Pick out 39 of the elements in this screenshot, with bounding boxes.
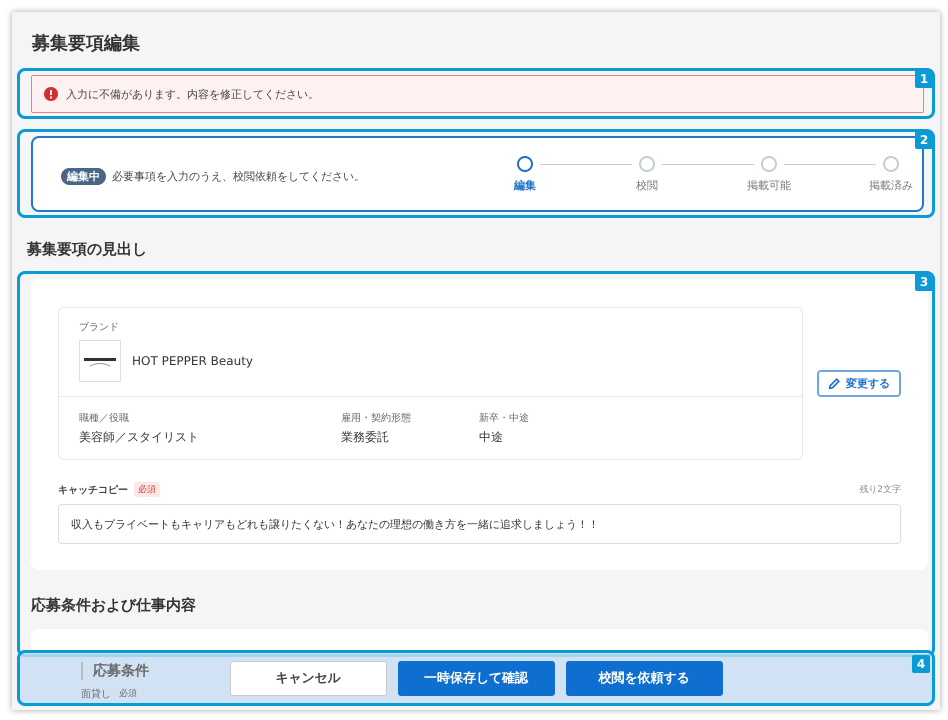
change-button[interactable]: 変更する	[817, 370, 901, 397]
status-badge: 編集中	[61, 168, 106, 184]
section-heading: 募集要項の見出し	[26, 239, 148, 260]
error-icon	[44, 87, 58, 101]
callout-number: 4	[912, 655, 930, 673]
section-heading: 応募条件および仕事内容	[31, 595, 197, 616]
progress-step: 編集	[497, 156, 553, 192]
pencil-icon	[828, 377, 841, 390]
step-circle-icon	[761, 156, 777, 172]
field-value: 業務委託	[341, 429, 390, 446]
error-message: 入力に不備があります。内容を修正してください。	[66, 86, 319, 102]
field-value: 中途	[479, 429, 504, 446]
field-label: 職種／役職	[79, 412, 130, 425]
step-circle-icon	[883, 156, 899, 172]
page-title: 募集要項編集	[31, 32, 141, 56]
progress-step: 掲載済み	[863, 156, 919, 192]
progress-step: 掲載可能	[741, 156, 797, 192]
primary-button[interactable]: 校閲を依頼する	[566, 660, 722, 696]
brand-name: HOT PEPPER Beauty	[132, 354, 254, 368]
callout-number: 3	[915, 274, 932, 291]
field-label: キャッチコピー	[58, 484, 128, 496]
required-tag: 必須	[134, 482, 160, 497]
progress-step: 校閲	[619, 156, 675, 192]
cancel-button[interactable]: キャンセル	[230, 660, 386, 696]
callout-number: 2	[915, 131, 933, 149]
step-circle-icon	[517, 156, 533, 172]
primary-button[interactable]: 一時保存して確認	[398, 660, 554, 696]
status-message: 必要事項を入力のうえ、校閲依頼をしてください。	[112, 170, 365, 182]
field-label: ブランド	[79, 320, 120, 334]
brand-logo	[79, 340, 121, 382]
character-counter: 残り2文字	[859, 484, 901, 496]
field-label: 雇用・契約形態	[341, 412, 412, 425]
required-tag: 必須	[119, 687, 137, 701]
step-circle-icon	[639, 156, 655, 172]
field-label: 面貸し	[81, 688, 111, 701]
field-value: 美容師／スタイリスト	[79, 429, 200, 446]
catch-copy-input[interactable]: 収入もプライベートもキャリアもどれも譲りたくない！あなたの理想の働き方を一緒に追求しましょう！！	[58, 504, 901, 544]
callout-number: 1	[915, 70, 933, 88]
field-label: 新卒・中途	[479, 412, 530, 425]
